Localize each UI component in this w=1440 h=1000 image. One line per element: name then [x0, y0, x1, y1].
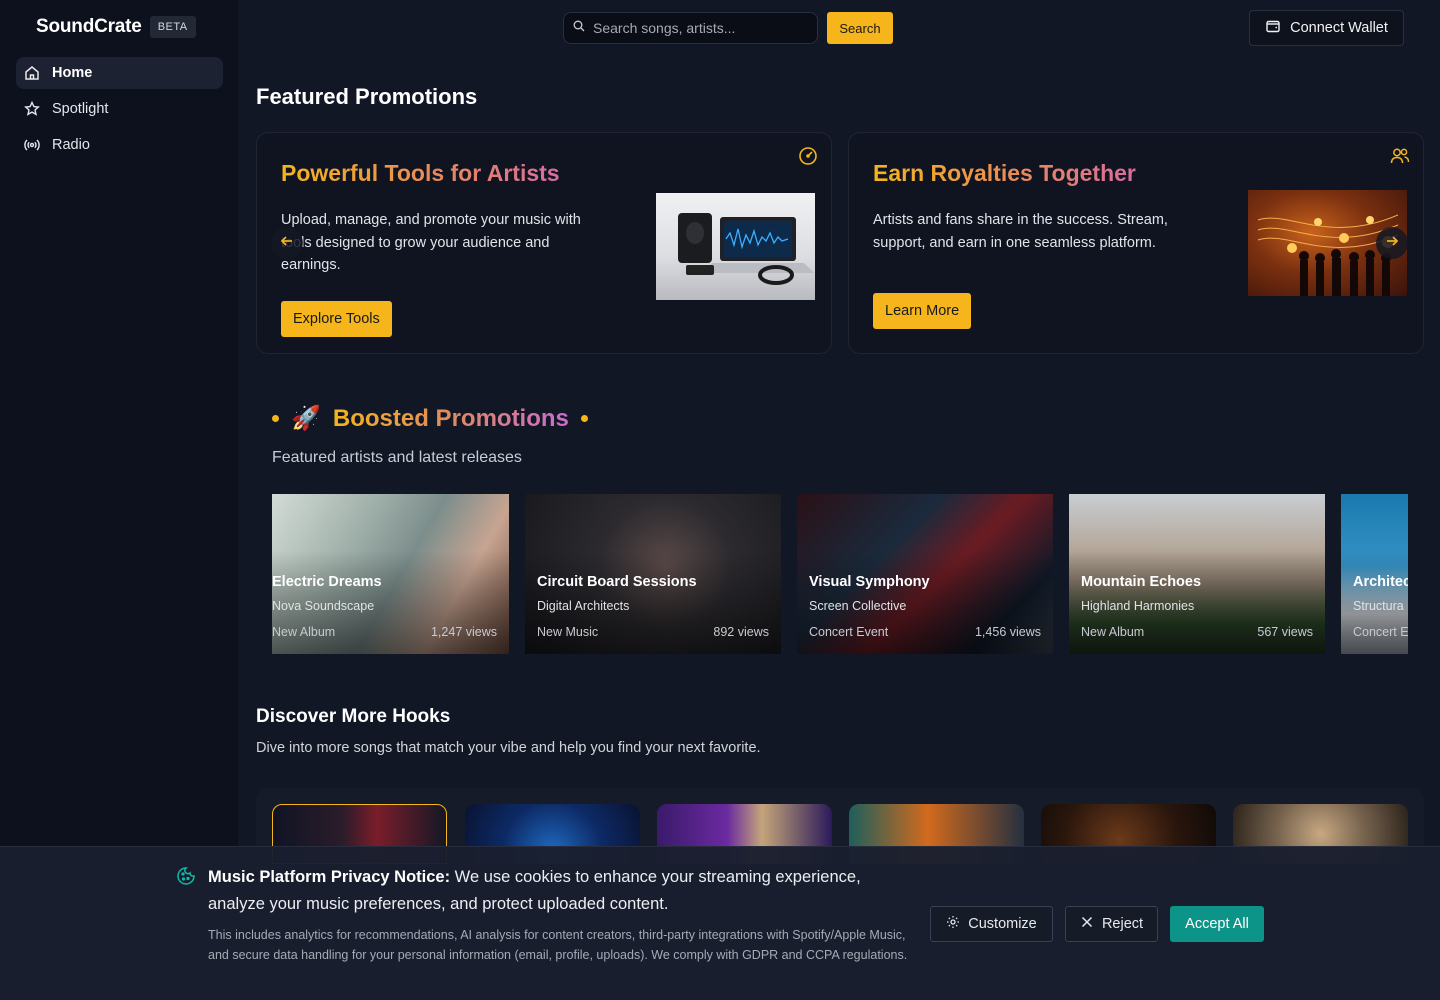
accept-all-button[interactable]: Accept All	[1170, 906, 1264, 942]
promo-title: Earn Royalties Together	[873, 160, 1136, 186]
card-artist: Highland Harmonies	[1081, 599, 1195, 613]
search-bar: Search	[563, 12, 893, 44]
boosted-carousel: Electric Dreams Nova Soundscape New Albu…	[272, 494, 1408, 654]
sidebar-item-label: Radio	[52, 137, 90, 153]
boosted-card[interactable]: Mountain Echoes Highland Harmonies New A…	[1069, 494, 1325, 654]
card-type: New Album	[272, 625, 336, 639]
arrow-left-icon	[280, 234, 294, 253]
users-icon	[1389, 145, 1411, 167]
search-button[interactable]: Search	[827, 12, 893, 44]
card-views: 1,247 views	[430, 625, 497, 639]
boosted-card[interactable]: Electric Dreams Nova Soundscape New Albu…	[272, 494, 509, 654]
cookie-heading: Music Platform Privacy Notice:	[208, 868, 451, 886]
card-artist: Nova Soundscape	[272, 599, 375, 613]
card-title: Mountain Echoes	[1081, 574, 1202, 590]
customize-label: Customize	[968, 916, 1037, 932]
card-title: Architec	[1353, 574, 1408, 590]
promo-description: Upload, manage, and promote your music w…	[281, 212, 581, 273]
sidebar-nav: Home Spotlight Radio	[16, 57, 223, 165]
discover-subtitle: Dive into more songs that match your vib…	[256, 740, 761, 756]
brand-name[interactable]: SoundCrate	[36, 16, 142, 38]
promo-card: Powerful Tools for Artists Upload, manag…	[256, 132, 832, 354]
card-artist: Digital Architects	[537, 599, 630, 613]
arrow-right-icon	[1385, 234, 1399, 253]
card-type: Concert E	[1353, 625, 1408, 639]
sidebar-item-spotlight[interactable]: Spotlight	[16, 93, 223, 125]
card-title: Electric Dreams	[272, 574, 382, 590]
card-artist: Structura	[1353, 599, 1404, 613]
card-views: 1,456 views	[974, 625, 1041, 639]
sidebar-item-radio[interactable]: Radio	[16, 129, 223, 161]
cookie-icon	[176, 866, 196, 886]
boosted-subtitle: Featured artists and latest releases	[272, 449, 522, 466]
close-icon	[1080, 915, 1094, 933]
gauge-icon	[797, 145, 819, 167]
brand[interactable]: SoundCrate BETA	[36, 16, 196, 38]
learn-more-button[interactable]: Learn More	[873, 293, 972, 329]
boosted-title: Boosted Promotions	[332, 404, 569, 432]
search-input[interactable]	[593, 20, 803, 36]
promo-description: Artists and fans share in the success. S…	[873, 212, 1168, 251]
boosted-header: 🚀 Boosted Promotions	[272, 404, 588, 433]
card-artist: Screen Collective	[809, 599, 907, 613]
card-title: Visual Symphony	[809, 574, 930, 590]
reject-label: Reject	[1101, 916, 1144, 932]
boosted-card[interactable]: Architec Structura Concert E	[1341, 494, 1408, 654]
card-views: 567 views	[1257, 625, 1313, 639]
connect-wallet-button[interactable]: Connect Wallet	[1249, 10, 1404, 46]
boosted-card[interactable]: Circuit Board Sessions Digital Architect…	[525, 494, 781, 654]
sidebar-item-label: Spotlight	[52, 101, 109, 117]
search-icon	[573, 19, 585, 37]
star-icon	[24, 101, 40, 117]
sidebar-item-label: Home	[52, 65, 93, 81]
promo-card: Earn Royalties Together Artists and fans…	[848, 132, 1424, 354]
reject-button[interactable]: Reject	[1065, 906, 1158, 942]
card-type: New Album	[1081, 625, 1145, 639]
customize-button[interactable]: Customize	[930, 906, 1053, 942]
carousel-next-button[interactable]	[1376, 227, 1408, 259]
beta-badge: BETA	[149, 16, 196, 38]
radio-icon	[24, 137, 40, 153]
decor-dot	[580, 415, 588, 422]
discover-title: Discover More Hooks	[256, 706, 451, 727]
card-type: New Music	[537, 625, 599, 639]
settings-icon	[946, 915, 960, 933]
laptop-speaker-image	[656, 193, 815, 300]
boosted-card[interactable]: Visual Symphony Screen Collective Concer…	[797, 494, 1053, 654]
explore-tools-button[interactable]: Explore Tools	[281, 301, 392, 337]
home-icon	[24, 65, 40, 81]
carousel-prev-button[interactable]	[271, 227, 303, 259]
rocket-icon: 🚀	[291, 405, 321, 432]
wallet-icon	[1265, 18, 1281, 38]
featured-title: Featured Promotions	[256, 84, 478, 109]
sidebar-item-home[interactable]: Home	[16, 57, 223, 89]
card-type: Concert Event	[809, 625, 889, 639]
wallet-label: Connect Wallet	[1290, 20, 1388, 36]
cookie-detail: This includes analytics for recommendati…	[208, 928, 908, 962]
promo-title: Powerful Tools for Artists	[281, 160, 560, 186]
cookie-message: Music Platform Privacy Notice: We use co…	[208, 864, 908, 918]
card-views: 892 views	[713, 625, 769, 639]
decor-dot	[272, 415, 279, 422]
search-field[interactable]	[563, 12, 818, 44]
card-title: Circuit Board Sessions	[537, 574, 697, 590]
